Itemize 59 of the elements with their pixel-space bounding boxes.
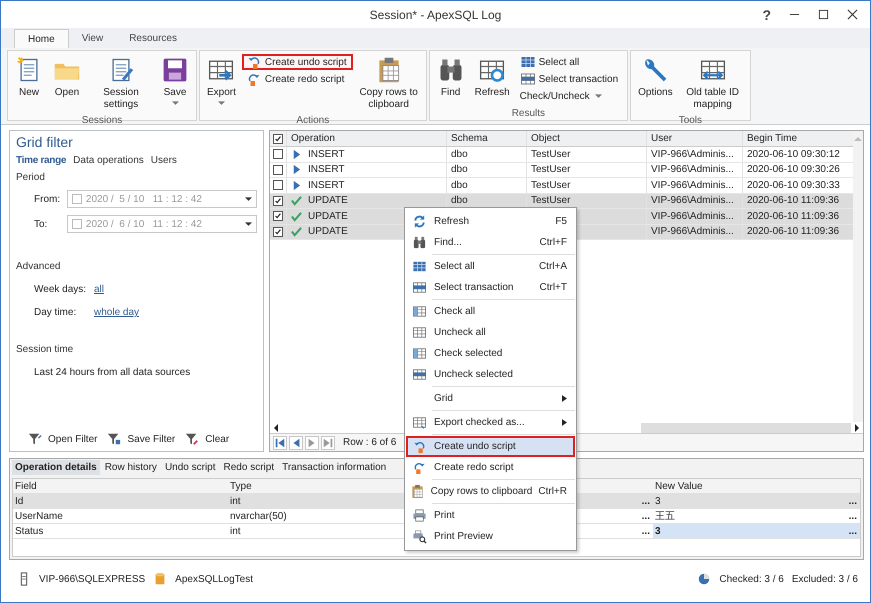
table-cell: VIP-966\Adminis...	[651, 226, 734, 238]
table-cell: 2020-06-10 09:30:26	[747, 164, 840, 176]
table-cell: 2020-06-10 11:09:36	[747, 210, 840, 222]
field-label: Week days:	[34, 284, 88, 295]
group-label: Actions	[295, 114, 330, 127]
shortcut-text: F5	[555, 216, 567, 227]
table-cell: VIP-966\Adminis...	[651, 180, 734, 191]
table-cell: 2020-06-10 11:09:36	[747, 195, 840, 206]
field-label: Day time:	[34, 307, 78, 318]
section-heading: Session time	[16, 344, 74, 355]
section-heading: Period	[16, 172, 46, 183]
table-cell-text: int	[229, 526, 242, 536]
table-cell: dbo	[451, 164, 468, 176]
table-cell-text: Id	[14, 496, 24, 506]
table-cell: dbo	[451, 148, 468, 160]
table-cell: 2020-06-10 11:09:36	[747, 226, 840, 238]
column-header: Field	[14, 480, 38, 492]
table-cell: TestUser	[531, 180, 570, 191]
group-label: Sessions	[80, 114, 124, 127]
table-cell: UPDATE	[308, 226, 348, 238]
table-cell-text: nvarchar(50)	[229, 510, 288, 522]
excluded-count: Excluded: 3 / 6	[792, 574, 858, 584]
shortcut-text: Ctrl+T	[540, 282, 567, 293]
table-cell: VIP-966\Adminis...	[651, 148, 734, 160]
row-position: Row : 6 of 6	[343, 437, 396, 448]
table-cell: UPDATE	[308, 195, 348, 206]
shortcut-text: Ctrl+A	[538, 261, 567, 272]
table-cell: TestUser	[531, 148, 570, 160]
table-cell: dbo	[451, 195, 468, 206]
table-cell: 2020-06-10 09:30:33	[747, 180, 840, 191]
checked-count: Checked: 3 / 6	[719, 574, 784, 584]
session-time-text: Last 24 hours from all data sources	[33, 367, 192, 378]
group-label: Tools	[678, 114, 704, 127]
table-cell: INSERT	[308, 180, 344, 191]
table-cell: VIP-966\Adminis...	[651, 195, 734, 206]
table-cell: TestUser	[531, 195, 570, 206]
table-cell: UPDATE	[308, 210, 348, 222]
table-cell-text: UserName	[14, 510, 64, 522]
server-name: VIP-966\SQLEXPRESS	[39, 574, 146, 584]
shortcut-text: Ctrl+F	[540, 237, 567, 248]
table-cell: dbo	[451, 180, 468, 191]
group-label: Results	[510, 107, 546, 120]
table-cell: VIP-966\Adminis...	[651, 210, 734, 222]
table-cell: TestUser	[531, 164, 570, 176]
column-header: New Value	[654, 480, 704, 492]
section-heading: Advanced	[16, 261, 62, 272]
table-cell-text: Status	[14, 526, 44, 536]
column-header: Type	[229, 480, 253, 492]
field-label: To:	[34, 218, 48, 230]
table-cell: VIP-966\Adminis...	[651, 164, 734, 176]
table-cell-text: int	[229, 496, 242, 506]
table-cell: INSERT	[308, 148, 344, 160]
field-label: From:	[34, 194, 62, 204]
shortcut-text: Ctrl+R	[538, 486, 567, 497]
panel-title: Grid filter	[16, 134, 74, 150]
database-name: ApexSQLLogTest	[175, 574, 253, 584]
table-cell: INSERT	[308, 164, 344, 176]
window-title: Session* - ApexSQL Log	[370, 8, 502, 22]
table-cell: 2020-06-10 09:30:12	[747, 148, 840, 160]
